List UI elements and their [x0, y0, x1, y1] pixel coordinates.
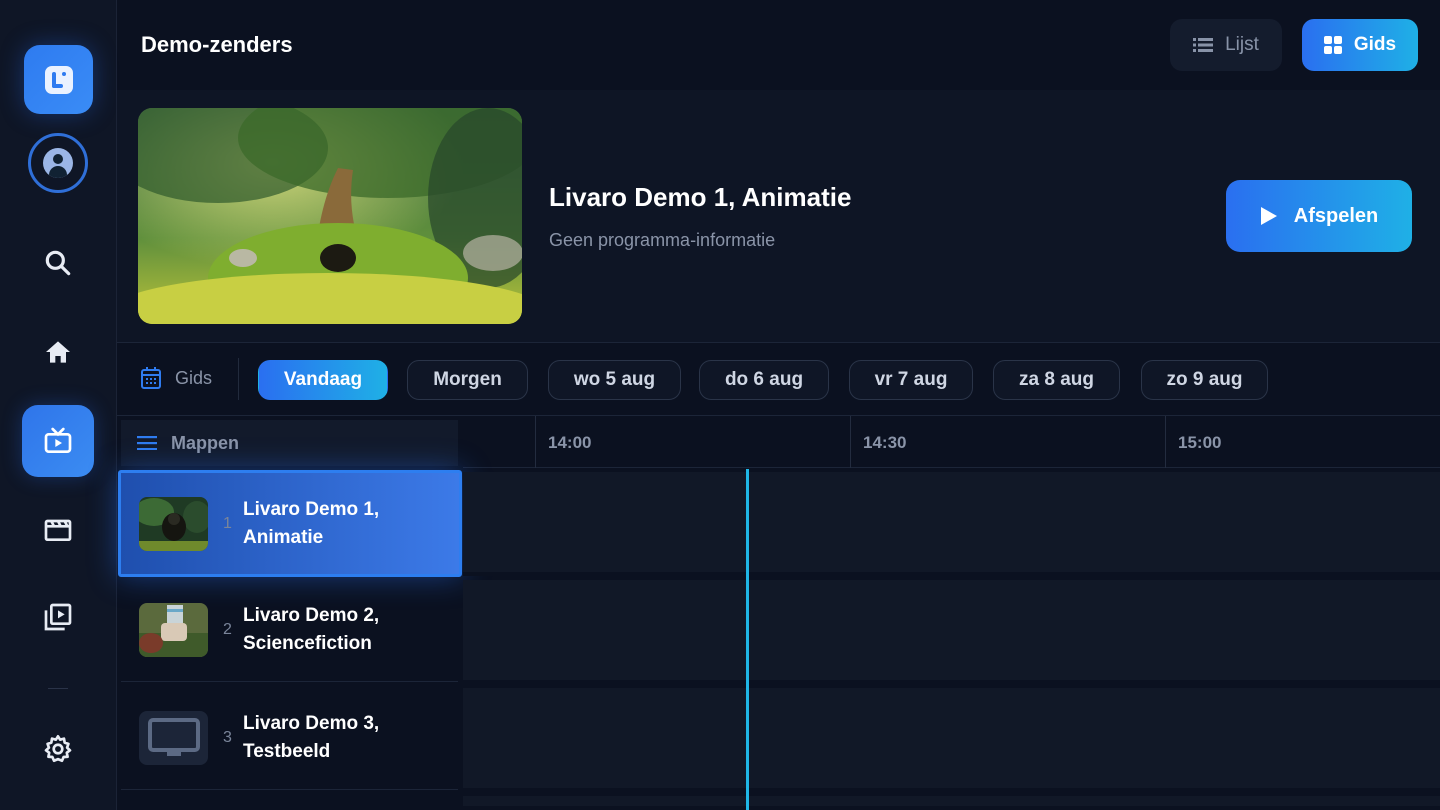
program-row[interactable] [463, 580, 1440, 684]
calendar-icon [141, 367, 161, 389]
channel-name: Livaro Demo 3, Testbeeld [243, 710, 443, 766]
play-icon [1260, 207, 1277, 225]
guide-view-button[interactable]: Gids [1302, 19, 1418, 71]
gear-icon [44, 735, 72, 763]
current-time-indicator [746, 469, 749, 810]
play-label: Afspelen [1293, 204, 1379, 227]
user-icon [43, 148, 73, 178]
day-tab-sat[interactable]: za 8 aug [993, 360, 1120, 400]
monitor-icon [147, 717, 200, 756]
profile-avatar[interactable] [28, 133, 88, 193]
channel-name-line: Livaro Demo 3, [243, 712, 380, 734]
channel-thumbnail [139, 602, 208, 657]
list-icon [1193, 38, 1214, 52]
folders-button[interactable]: Mappen [121, 420, 458, 466]
channel-name-line: Testbeeld [243, 740, 331, 762]
day-tab-wed[interactable]: wo 5 aug [548, 360, 681, 400]
search-icon [45, 250, 71, 276]
program-row[interactable] [463, 472, 1440, 576]
channel-name: Livaro Demo 2, Sciencefiction [243, 602, 443, 658]
sidebar-item-home[interactable] [22, 316, 94, 388]
sidebar-item-settings[interactable] [22, 713, 94, 785]
day-selector: Gids Vandaag Morgen wo 5 aug do 6 aug vr… [117, 344, 1440, 416]
folders-label: Mappen [171, 432, 240, 453]
day-tab-fri[interactable]: vr 7 aug [849, 360, 973, 400]
channel-name-line: Sciencefiction [243, 632, 372, 654]
channel-number: 3 [223, 728, 232, 746]
program-row[interactable] [463, 796, 1440, 810]
sidebar [0, 0, 117, 810]
timeline-header: 14:00 14:30 15:00 [463, 416, 1440, 468]
daybar-divider [238, 358, 239, 400]
channel-name-line: Livaro Demo 1, [243, 498, 380, 520]
channel-name: Livaro Demo 1, Animatie [243, 496, 443, 552]
list-view-label: Lijst [1225, 34, 1259, 55]
sidebar-divider [48, 688, 68, 689]
list-view-button[interactable]: Lijst [1170, 19, 1282, 71]
sidebar-item-movies[interactable] [22, 493, 94, 565]
program-title: Livaro Demo 1, Animatie [549, 182, 852, 212]
channel-preview-image [138, 108, 522, 324]
day-tab-today[interactable]: Vandaag [258, 360, 388, 400]
day-tab-sun[interactable]: zo 9 aug [1141, 360, 1268, 400]
sidebar-item-library[interactable] [22, 581, 94, 653]
channel-row[interactable]: 2 Livaro Demo 2, Sciencefiction [121, 578, 458, 682]
clapperboard-icon [44, 519, 72, 541]
page-title: Demo-zenders [141, 32, 293, 57]
day-tab-tomorrow[interactable]: Morgen [407, 360, 528, 400]
time-label: 14:30 [850, 416, 1165, 468]
guide-view-label: Gids [1353, 34, 1397, 55]
time-label: 15:00 [1165, 416, 1440, 468]
channel-number: 1 [223, 514, 232, 532]
time-label: 14:00 [535, 416, 850, 468]
program-info: Geen programma-informatie [549, 230, 776, 250]
grid-icon [1323, 36, 1342, 54]
day-tab-thu[interactable]: do 6 aug [699, 360, 829, 400]
channel-name-line: Animatie [243, 526, 324, 548]
menu-icon [137, 436, 157, 450]
sidebar-item-search[interactable] [22, 227, 94, 299]
app-logo[interactable] [24, 45, 93, 114]
guide-label: Gids [141, 367, 212, 389]
now-playing-panel: Livaro Demo 1, Animatie Geen programma-i… [117, 90, 1440, 343]
play-button[interactable]: Afspelen [1226, 180, 1412, 252]
sidebar-item-live-tv[interactable] [22, 405, 94, 477]
channel-thumbnail [139, 496, 208, 551]
program-row[interactable] [463, 688, 1440, 792]
channel-number: 2 [223, 620, 232, 638]
channel-thumbnail [139, 710, 208, 765]
channel-row[interactable]: 3 Livaro Demo 3, Testbeeld [121, 686, 458, 790]
home-icon [46, 341, 70, 363]
channel-row[interactable]: 1 Livaro Demo 1, Animatie [118, 470, 462, 577]
guide-label-text: Gids [175, 367, 213, 388]
video-library-icon [44, 603, 72, 631]
tv-icon [44, 427, 72, 453]
channel-name-line: Livaro Demo 2, [243, 604, 380, 626]
logo-icon [44, 65, 73, 94]
